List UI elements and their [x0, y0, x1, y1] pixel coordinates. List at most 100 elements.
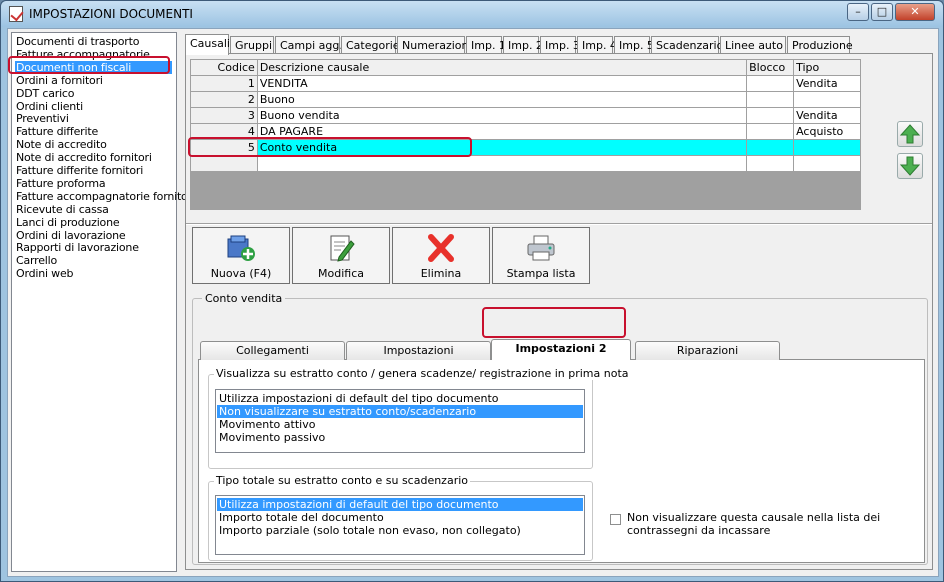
arrow-up-icon — [899, 124, 921, 144]
document-type-item[interactable]: Ordini clienti — [16, 100, 83, 113]
column-header[interactable]: Codice — [190, 59, 258, 76]
document-type-item[interactable]: Note di accredito — [16, 138, 107, 151]
column-header[interactable]: Tipo — [793, 59, 861, 76]
tab-produzione[interactable]: Produzione — [787, 36, 853, 54]
table-cell-code[interactable]: 2 — [190, 91, 258, 108]
window-title: IMPOSTAZIONI DOCUMENTI — [29, 7, 193, 21]
delete-button[interactable]: Elimina — [392, 227, 490, 284]
table-row[interactable]: 1 VENDITA Vendita — [190, 75, 861, 92]
listbox-option[interactable]: Non visualizzare su estratto conto/scade… — [217, 405, 583, 418]
document-type-item[interactable]: Lanci di produzione — [16, 216, 120, 229]
maximize-button[interactable]: □ — [871, 3, 893, 21]
causali-grid[interactable]: Codice Descrizione causale Blocco Tipo 1 VEN… — [190, 59, 861, 210]
table-cell-code[interactable]: 5 — [190, 139, 258, 156]
minimize-button[interactable]: – — [847, 3, 869, 21]
listbox-option[interactable]: Movimento attivo — [217, 418, 583, 431]
document-type-item[interactable]: Fatture accompagnatorie — [16, 48, 150, 61]
edit-button[interactable]: Modifica — [292, 227, 390, 284]
column-header[interactable]: Descrizione causale — [256, 59, 748, 76]
table-cell-blocco[interactable] — [746, 75, 795, 92]
tab-numerazioni[interactable]: Numerazioni — [397, 36, 472, 54]
table-cell-empty[interactable] — [793, 155, 861, 172]
tab-imp-1[interactable]: Imp. 1 — [466, 36, 506, 54]
table-cell-code[interactable]: 3 — [190, 107, 258, 124]
tipo-totale-listbox[interactable]: Utilizza impostazioni di default del tip… — [215, 495, 585, 555]
table-cell-tipo[interactable] — [793, 139, 861, 156]
listbox-option[interactable]: Utilizza impostazioni di default del tip… — [217, 392, 583, 405]
document-type-item[interactable]: Documenti non fiscali — [15, 60, 172, 74]
tab-causali[interactable]: Causali — [185, 34, 230, 55]
table-cell-blocco[interactable] — [746, 107, 795, 124]
listbox-option[interactable]: Movimento passivo — [217, 431, 583, 444]
table-cell-blocco[interactable] — [746, 123, 795, 140]
table-cell-empty[interactable] — [190, 155, 258, 172]
document-type-item[interactable]: DDT carico — [16, 87, 75, 100]
table-cell-code[interactable]: 4 — [190, 123, 258, 140]
tab-campi-agg[interactable]: Campi agg. — [275, 36, 343, 54]
document-type-item[interactable]: Fatture differite fornitori — [16, 164, 143, 177]
document-type-item[interactable]: Preventivi — [16, 112, 69, 125]
inner-tab-riparazioni[interactable]: Riparazioni — [635, 341, 780, 360]
document-type-item[interactable]: Ordini a fornitori — [16, 74, 103, 87]
tab-gruppi[interactable]: Gruppi — [230, 36, 274, 54]
document-type-item[interactable]: Rapporti di lavorazione — [16, 241, 139, 254]
document-type-item[interactable]: Fatture accompagnatorie fornitori — [16, 190, 195, 203]
table-cell-tipo[interactable]: Acquisto — [793, 123, 861, 140]
document-type-item[interactable]: Fatture proforma — [16, 177, 106, 190]
table-cell-desc[interactable]: VENDITA — [256, 75, 748, 92]
move-up-button[interactable] — [897, 121, 923, 147]
table-row-empty[interactable] — [190, 155, 861, 172]
table-cell-empty[interactable] — [256, 155, 748, 172]
table-row[interactable]: 4 DA PAGARE Acquisto — [190, 123, 861, 140]
document-type-item[interactable]: Note di accredito fornitori — [16, 151, 152, 164]
table-cell-empty[interactable] — [746, 155, 795, 172]
tab-categorie[interactable]: Categorie — [341, 36, 400, 54]
table-cell-tipo[interactable] — [793, 91, 861, 108]
table-cell-blocco[interactable] — [746, 91, 795, 108]
listbox-option[interactable]: Importo parziale (solo totale non evaso,… — [217, 524, 583, 537]
inner-tab-impostazioni-2[interactable]: Impostazioni 2 — [491, 339, 631, 360]
divider — [186, 223, 932, 225]
inner-tab-impostazioni[interactable]: Impostazioni — [346, 341, 491, 360]
listbox-option[interactable]: Importo totale del documento — [217, 511, 583, 524]
tab-imp-5[interactable]: Imp. 5 — [614, 36, 654, 54]
table-cell-blocco[interactable] — [746, 139, 795, 156]
causali-table[interactable]: Codice Descrizione causale Blocco Tipo 1 VEN… — [190, 59, 861, 172]
title-bar[interactable]: IMPOSTAZIONI DOCUMENTI – □ ✕ — [1, 1, 943, 27]
table-cell-desc[interactable]: DA PAGARE — [256, 123, 748, 140]
tab-imp-3[interactable]: Imp. 3 — [540, 36, 580, 54]
table-row[interactable]: 3 Buono vendita Vendita — [190, 107, 861, 124]
document-type-item[interactable]: Fatture differite — [16, 125, 98, 138]
document-type-item[interactable]: Ordini di lavorazione — [16, 229, 126, 242]
column-header[interactable]: Blocco — [746, 59, 795, 76]
document-type-item[interactable]: Carrello — [16, 254, 57, 267]
move-down-button[interactable] — [897, 153, 923, 179]
table-cell-desc[interactable]: Conto vendita — [256, 139, 748, 156]
table-cell-desc[interactable]: Buono vendita — [256, 107, 748, 124]
tab-linee-auto[interactable]: Linee auto — [720, 36, 786, 54]
tab-imp-2[interactable]: Imp. 2 — [503, 36, 543, 54]
document-type-item[interactable]: Ordini web — [16, 267, 74, 280]
edit-icon — [330, 235, 355, 262]
table-cell-code[interactable]: 1 — [190, 75, 258, 92]
document-type-item[interactable]: Documenti di trasporto — [16, 35, 139, 48]
hide-contrassegni-checkbox[interactable] — [610, 514, 621, 525]
hide-contrassegni-label[interactable]: Non visualizzare questa causale nella li… — [627, 511, 927, 537]
tab-scadenzario[interactable]: Scadenzario — [651, 36, 723, 54]
table-row[interactable]: 5 Conto vendita — [190, 139, 861, 156]
document-type-list[interactable]: Documenti di trasporto Fatture accompagna… — [11, 32, 195, 572]
table-cell-desc[interactable]: Buono — [256, 91, 748, 108]
section-estratto-conto-title: Visualizza su estratto conto / genera sc… — [214, 367, 631, 380]
listbox-option[interactable]: Utilizza impostazioni di default del tip… — [217, 498, 583, 511]
document-type-item[interactable]: Ricevute di cassa — [16, 203, 109, 216]
new-button[interactable]: Nuova (F4) — [192, 227, 290, 284]
inner-tab-collegamenti[interactable]: Collegamenti — [200, 341, 345, 360]
table-row[interactable]: 2 Buono — [190, 91, 861, 108]
close-button[interactable]: ✕ — [895, 3, 935, 21]
table-cell-tipo[interactable]: Vendita — [793, 75, 861, 92]
table-cell-tipo[interactable]: Vendita — [793, 107, 861, 124]
delete-button-label: Elimina — [420, 267, 462, 280]
print-list-button[interactable]: Stampa lista — [492, 227, 590, 284]
estratto-conto-listbox[interactable]: Utilizza impostazioni di default del tip… — [215, 389, 585, 453]
tab-imp-4[interactable]: Imp. 4 — [577, 36, 617, 54]
